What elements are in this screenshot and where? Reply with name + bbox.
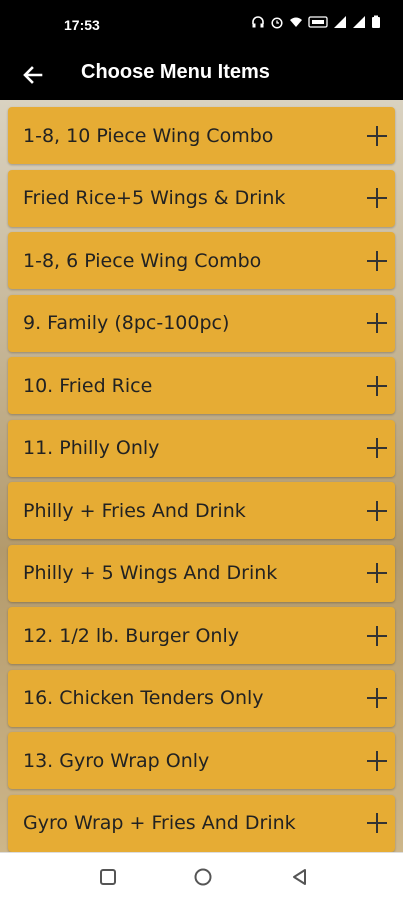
plus-icon[interactable] [367,500,387,521]
menu-item-label: Philly + 5 Wings And Drink [23,562,278,584]
wifi-icon [289,15,303,29]
plus-icon[interactable] [367,625,387,646]
plus-icon[interactable] [367,375,387,396]
back-button[interactable] [18,60,48,90]
arrow-left-icon [23,66,43,84]
menu-item[interactable]: Gyro Wrap + Fries And Drink [8,794,395,852]
menu-item[interactable]: 13. Gyro Wrap Only [8,732,395,789]
plus-icon[interactable] [367,688,387,708]
menu-item-label: 9. Family (8pc-100pc) [23,312,230,334]
signal-icon [333,15,347,29]
plus-icon[interactable] [367,438,387,458]
menu-content[interactable]: 1-8, 10 Piece Wing Combo Fried Rice+5 Wi… [0,100,403,852]
menu-item-label: Gyro Wrap + Fries And Drink [23,812,296,834]
menu-item[interactable]: 12. 1/2 lb. Burger Only [8,607,395,664]
menu-item[interactable]: 10. Fried Rice [8,357,395,414]
menu-item-label: 16. Chicken Tenders Only [23,687,264,709]
status-time: 17:53 [64,17,100,33]
menu-item-label: 13. Gyro Wrap Only [23,749,210,772]
menu-item-label: 12. 1/2 lb. Burger Only [23,624,239,647]
plus-icon[interactable] [367,750,387,771]
menu-item[interactable]: 1-8, 10 Piece Wing Combo [8,107,395,164]
menu-item-label: 1-8, 6 Piece Wing Combo [23,249,262,272]
volte-icon [308,15,328,29]
menu-item[interactable]: 11. Philly Only [8,419,395,477]
menu-item[interactable]: Philly + 5 Wings And Drink [8,544,395,602]
menu-item[interactable]: Philly + Fries And Drink [8,482,395,539]
back-triangle-icon[interactable] [290,867,310,887]
menu-item-label: Philly + Fries And Drink [23,499,246,522]
status-bar: 17:53 [0,0,403,50]
plus-icon[interactable] [367,563,387,583]
app-bar: Choose Menu Items [0,50,403,100]
menu-item-label: Fried Rice+5 Wings & Drink [23,187,286,209]
headphones-icon [251,15,265,29]
battery-icon [371,15,381,29]
plus-icon[interactable] [367,188,387,208]
signal-icon [352,15,366,29]
plus-icon[interactable] [367,813,387,833]
home-circle-icon[interactable] [193,867,213,887]
plus-icon[interactable] [367,250,387,271]
menu-item-label: 11. Philly Only [23,437,160,459]
recents-square-icon[interactable] [98,867,118,887]
menu-item[interactable]: 9. Family (8pc-100pc) [8,294,395,352]
alarm-icon [270,15,284,29]
page-title: Choose Menu Items [81,61,270,83]
menu-list: 1-8, 10 Piece Wing Combo Fried Rice+5 Wi… [8,107,395,852]
menu-item-label: 10. Fried Rice [23,374,153,397]
status-icons [251,15,381,29]
menu-item[interactable]: Fried Rice+5 Wings & Drink [8,169,395,227]
menu-item-label: 1-8, 10 Piece Wing Combo [23,124,274,147]
menu-item[interactable]: 16. Chicken Tenders Only [8,669,395,727]
plus-icon[interactable] [367,313,387,333]
system-nav-bar [0,852,403,901]
menu-item[interactable]: 1-8, 6 Piece Wing Combo [8,232,395,289]
plus-icon[interactable] [367,125,387,146]
